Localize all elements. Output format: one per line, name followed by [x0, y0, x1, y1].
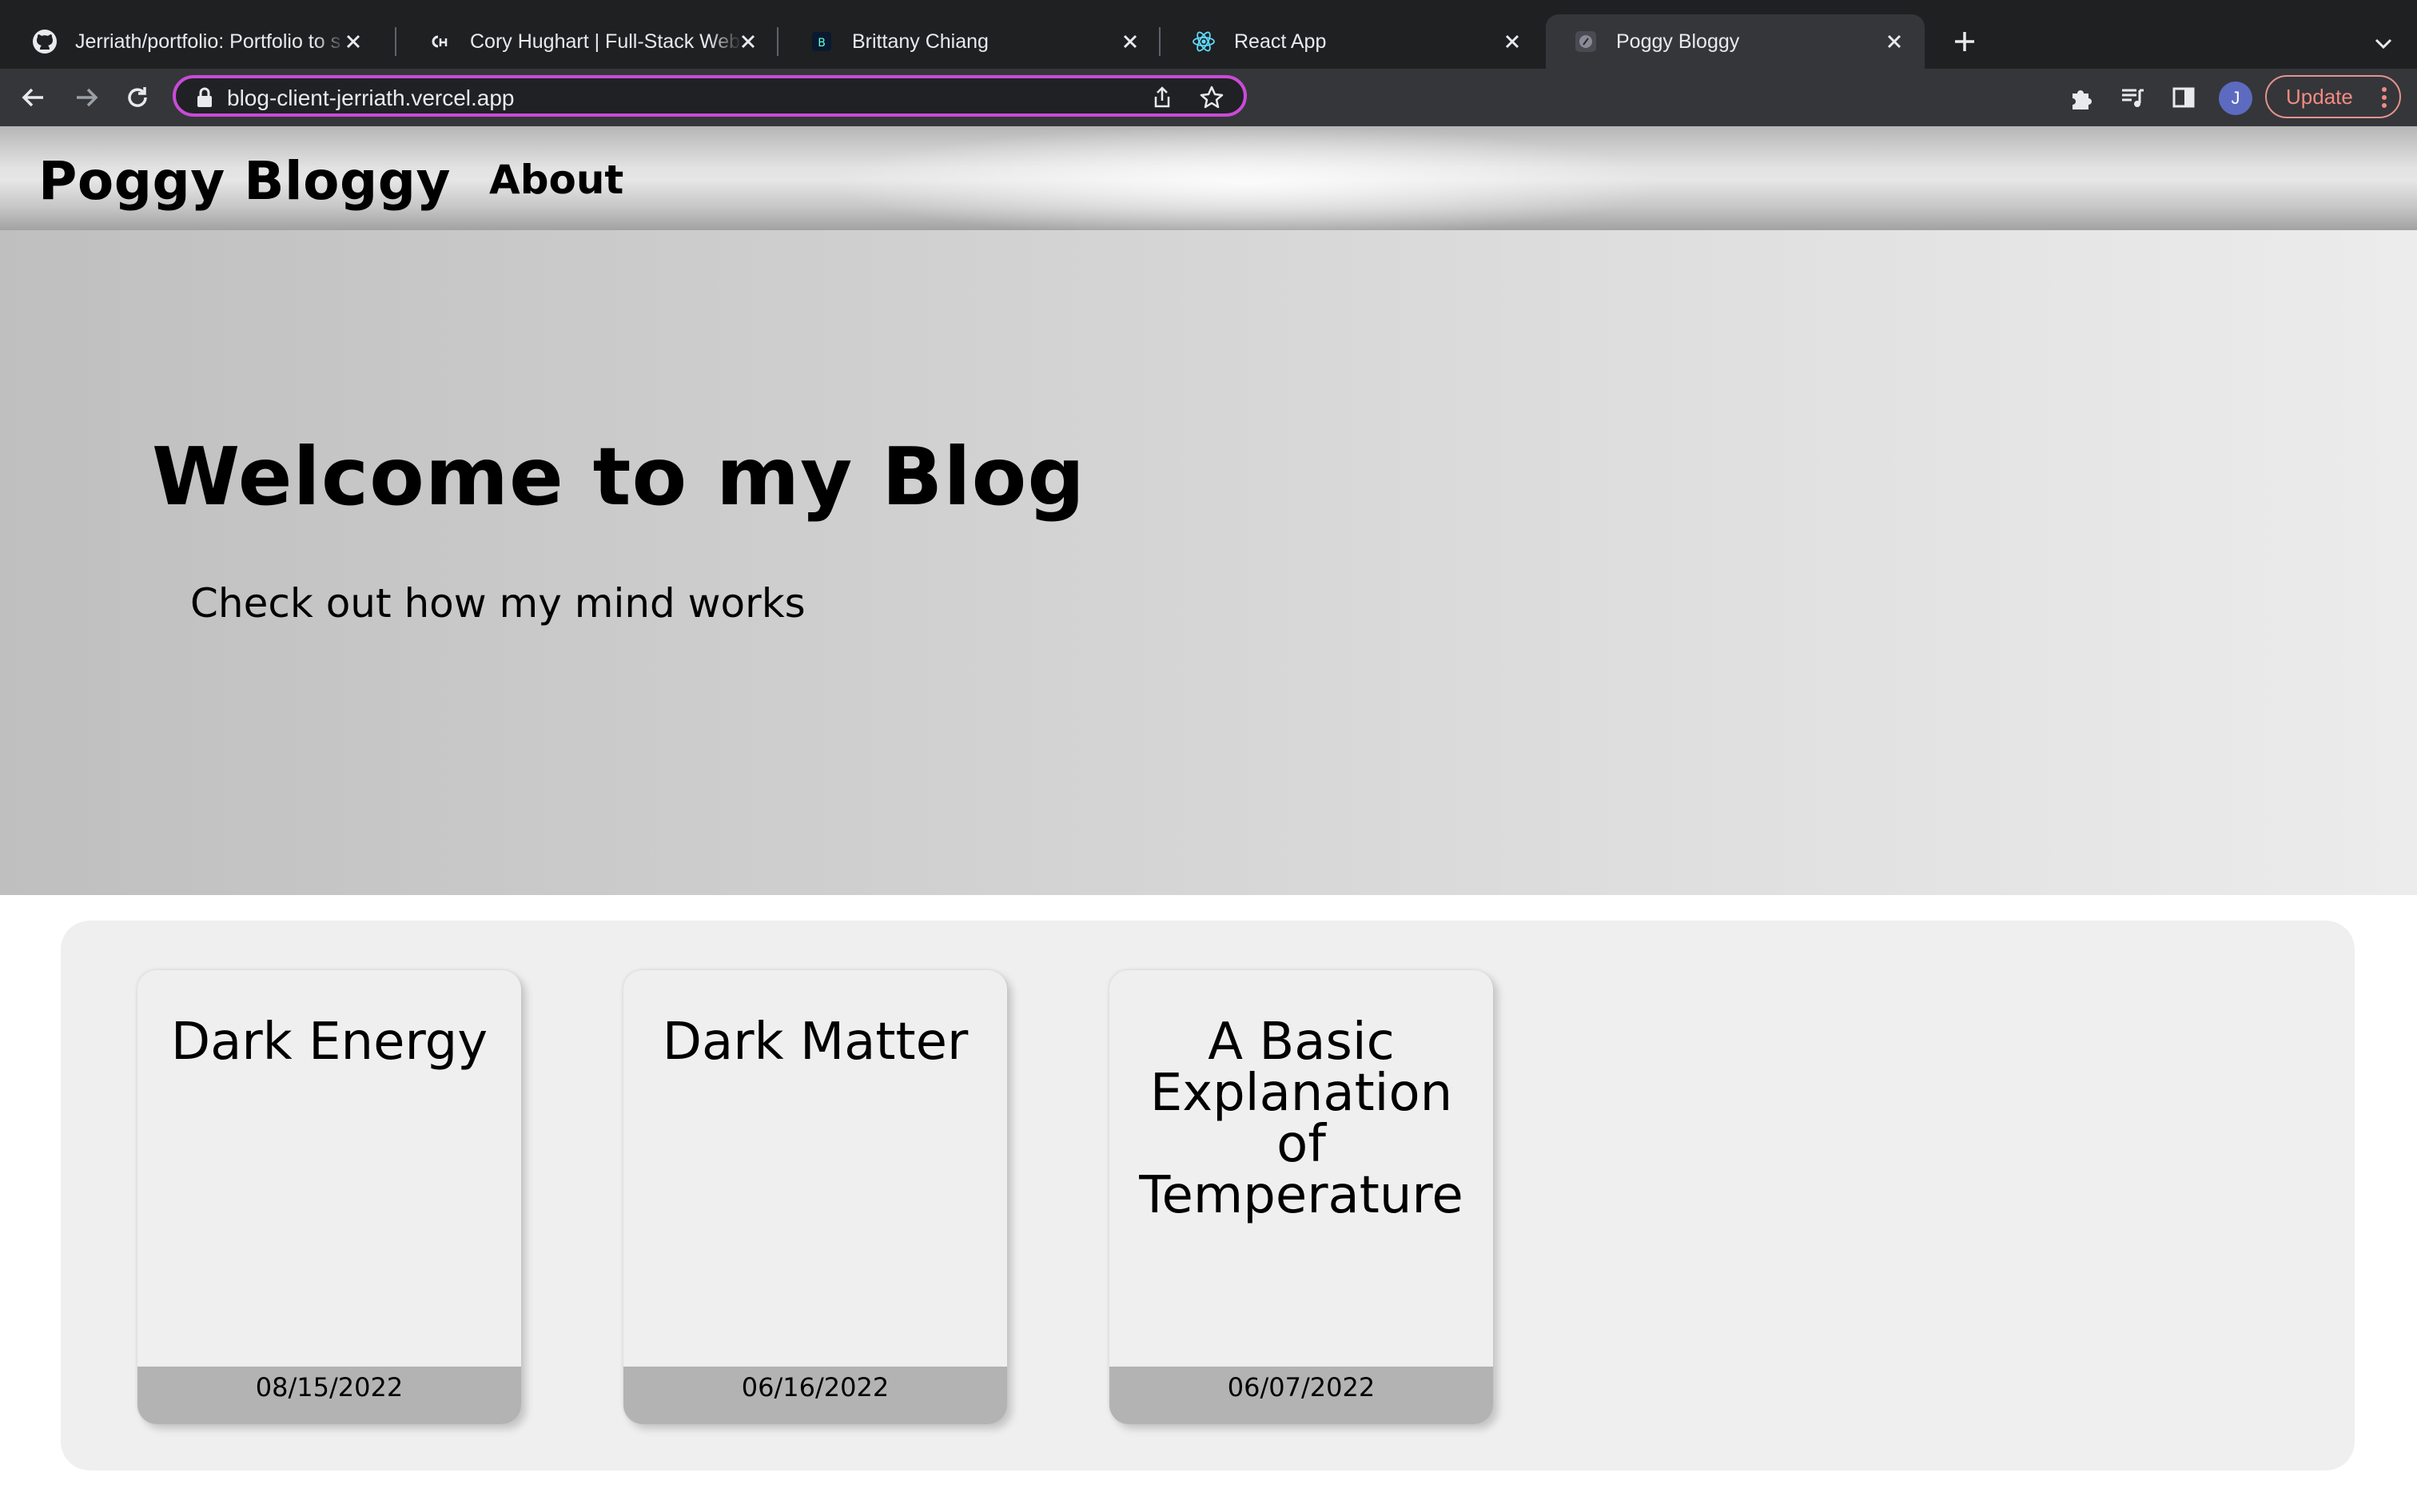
browser-toolbar: J Update [0, 69, 2417, 126]
post-card[interactable]: Dark Energy 08/15/2022 [137, 970, 521, 1424]
browser-tab-strip: Jerriath/portfolio: Portfolio to s Cory … [0, 0, 2417, 69]
post-date: 06/07/2022 [1109, 1367, 1493, 1424]
forward-button[interactable] [69, 80, 104, 115]
side-panel-button[interactable] [2168, 82, 2200, 113]
post-date: 06/16/2022 [623, 1367, 1007, 1424]
address-bar[interactable] [173, 75, 1247, 117]
tab-title: Cory Hughart | Full-Stack Web [470, 30, 741, 53]
plus-icon [1955, 32, 1974, 51]
bookmark-star-icon[interactable] [1199, 85, 1224, 110]
post-date: 08/15/2022 [137, 1367, 521, 1424]
post-card[interactable]: Dark Matter 06/16/2022 [623, 970, 1007, 1424]
nav-about-link[interactable]: About [489, 157, 623, 203]
tab-search-button[interactable] [2367, 27, 2399, 59]
close-tab-icon[interactable] [340, 29, 366, 54]
reload-icon [128, 87, 147, 107]
site-brand[interactable]: Poggy Bloggy [38, 150, 451, 212]
arrow-left-icon [22, 88, 43, 107]
post-title: Dark Matter [662, 1013, 969, 1072]
chevron-down-icon [2375, 38, 2392, 50]
tab-title: React App [1234, 30, 1327, 53]
post-title: A Basic Explanation of Temperature [1139, 1013, 1463, 1225]
tab-cory-hughart[interactable]: Cory Hughart | Full-Stack Web [400, 14, 778, 69]
tab-separator [395, 27, 396, 56]
b-logo-icon: B [809, 29, 834, 54]
site-favicon-icon [1573, 29, 1599, 54]
tab-poggy-bloggy[interactable]: Poggy Bloggy [1546, 14, 1925, 69]
url-input[interactable] [227, 86, 1026, 111]
update-label: Update [2286, 84, 2353, 109]
tab-separator [1159, 27, 1161, 56]
new-tab-button[interactable] [1947, 24, 1982, 59]
profile-avatar[interactable]: J [2219, 82, 2252, 115]
site-header: Poggy Bloggy About [0, 126, 2417, 230]
tab-title: Brittany Chiang [852, 30, 989, 53]
hero-subtitle: Check out how my mind works [190, 580, 806, 627]
tab-react-app[interactable]: React App [1164, 14, 1543, 69]
github-icon [32, 29, 58, 54]
close-tab-icon[interactable] [1881, 29, 1907, 54]
puzzle-icon [2073, 90, 2092, 109]
lock-icon [197, 87, 212, 107]
post-card[interactable]: A Basic Explanation of Temperature 06/07… [1109, 970, 1493, 1424]
ch-logo-icon [427, 29, 452, 54]
close-tab-icon[interactable] [1499, 29, 1525, 54]
arrow-right-icon [77, 88, 98, 107]
back-button[interactable] [16, 80, 51, 115]
tab-github-portfolio[interactable]: Jerriath/portfolio: Portfolio to s [5, 14, 384, 69]
media-controls-button[interactable] [2116, 82, 2148, 113]
extensions-button[interactable] [2065, 82, 2097, 113]
tab-title: Jerriath/portfolio: Portfolio to s [75, 30, 341, 53]
hero-section: Welcome to my Blog Check out how my mind… [0, 230, 2417, 895]
more-vertical-icon [2382, 87, 2387, 108]
post-title: Dark Energy [170, 1013, 488, 1072]
close-tab-icon[interactable] [735, 29, 761, 54]
react-icon [1191, 29, 1216, 54]
svg-text:B: B [818, 37, 826, 50]
posts-container: Dark Energy 08/15/2022 Dark Matter 06/16… [61, 921, 2355, 1470]
close-tab-icon[interactable] [1117, 29, 1143, 54]
hero-title: Welcome to my Blog [152, 430, 1085, 523]
update-button[interactable]: Update [2265, 75, 2401, 118]
tab-title: Poggy Bloggy [1616, 30, 1740, 53]
reload-button[interactable] [120, 80, 155, 115]
queue-music-icon [2122, 89, 2144, 107]
tab-separator [777, 27, 778, 56]
tab-brittany-chiang[interactable]: B Brittany Chiang [782, 14, 1161, 69]
side-panel-icon [2172, 87, 2195, 108]
share-icon[interactable] [1149, 85, 1175, 110]
